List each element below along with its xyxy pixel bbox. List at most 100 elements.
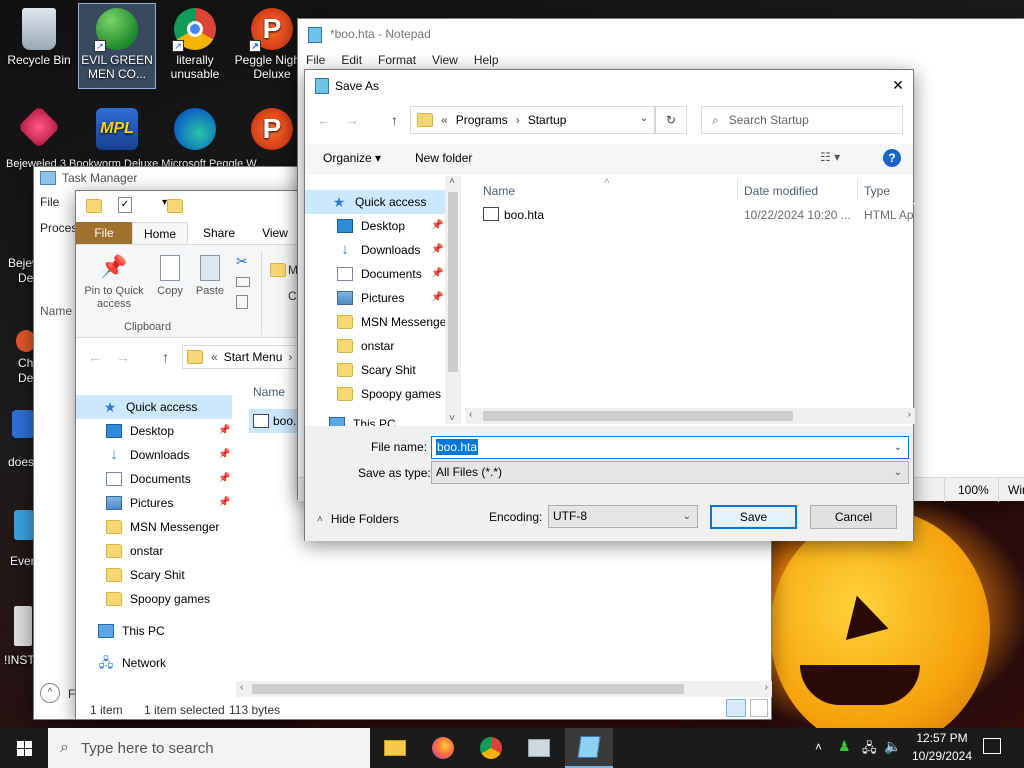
task-manager-titlebar[interactable]: Task Manager [34, 167, 302, 189]
volume-icon[interactable]: 🔈 [884, 738, 901, 755]
refresh-button[interactable]: ↻ [655, 106, 687, 134]
menu-help[interactable]: Help [474, 53, 499, 67]
nav-scary-shit[interactable]: Scary Shit [106, 563, 232, 587]
nav-this-pc[interactable]: This PC [329, 412, 445, 426]
column-type[interactable]: Type [864, 184, 890, 198]
app-icon[interactable] [14, 510, 34, 540]
breadcrumb-separator[interactable]: › [516, 113, 520, 127]
address-bar[interactable]: « Start Menu › [182, 345, 312, 369]
save-as-titlebar[interactable]: Save As ✕ [305, 70, 913, 102]
hide-folders-button[interactable]: ˄ Hide Folders [317, 512, 399, 526]
show-hidden-icons-icon[interactable]: ˄ [815, 740, 822, 754]
installer-icon[interactable] [14, 606, 32, 646]
address-bar[interactable]: « Programs › Startup ⌄ [410, 106, 655, 134]
nav-msn-messenger[interactable]: MSN Messenger [337, 310, 457, 334]
scrollbar-thumb[interactable] [252, 684, 684, 694]
pin-to-quick-access-button[interactable]: 📌 Pin to Quick access [82, 249, 146, 311]
msn-tray-icon[interactable]: ♟ [838, 738, 851, 755]
new-folder-button[interactable]: New folder [415, 151, 472, 165]
forward-button[interactable]: → [116, 349, 130, 365]
breadcrumb-overflow[interactable]: « [441, 113, 448, 127]
nav-msn-messenger[interactable]: MSN Messenger [106, 515, 232, 539]
menu-view[interactable]: View [432, 53, 458, 67]
scroll-down-icon[interactable]: ˅ [449, 413, 455, 424]
scroll-right-icon[interactable]: › [908, 409, 911, 420]
breadcrumb-separator[interactable]: › [288, 350, 292, 364]
taskbar-search-box[interactable]: ⌕ Type here to search [48, 728, 370, 768]
menu-edit[interactable]: Edit [341, 53, 362, 67]
nav-onstar[interactable]: onstar [106, 539, 232, 563]
save-button[interactable]: Save [710, 505, 797, 529]
network-icon[interactable]: 🖧 [862, 739, 877, 761]
help-icon[interactable]: ? [883, 149, 901, 167]
start-button[interactable] [0, 728, 48, 768]
file-row-selected[interactable]: boo. [249, 409, 299, 433]
up-button[interactable]: ↑ [391, 112, 398, 128]
scrollbar-thumb[interactable] [448, 192, 458, 372]
customize-toolbar-icon[interactable]: ▾ [162, 197, 167, 208]
chevron-down-icon[interactable]: ⌄ [894, 462, 902, 483]
breadcrumb-start-menu[interactable]: Start Menu [224, 350, 283, 364]
nav-scary-shit[interactable]: Scary Shit [337, 358, 445, 382]
move-to-icon[interactable] [270, 263, 286, 277]
properties-icon[interactable]: ✓ [118, 197, 132, 213]
file-name-input[interactable]: boo.hta ⌄ [431, 436, 909, 459]
nav-pictures[interactable]: Pictures [337, 286, 445, 310]
chevron-down-icon[interactable]: ⌄ [894, 437, 902, 458]
save-as-dialog[interactable]: Save As ✕ ← → ↑ « Programs › Startup ⌄ ↻… [304, 69, 915, 541]
ribbon-tab-share[interactable]: Share [194, 222, 244, 244]
taskbar-notepad[interactable] [565, 728, 613, 768]
nav-downloads[interactable]: ↓ Downloads [106, 443, 232, 467]
fewer-details-icon[interactable]: ^ [40, 683, 60, 703]
chevron-down-icon[interactable]: ⌄ [683, 506, 691, 527]
nav-documents[interactable]: Documents [337, 262, 445, 286]
breadcrumb-startup[interactable]: Startup [528, 113, 567, 127]
column-date-modified[interactable]: Date modified [744, 184, 818, 198]
desktop-icon-edge[interactable] [157, 104, 233, 164]
nav-pictures[interactable]: Pictures [106, 491, 232, 515]
back-button[interactable]: ← [317, 112, 331, 128]
column-name[interactable]: Name [253, 385, 285, 399]
back-button[interactable]: ← [88, 349, 102, 365]
copy-path-icon[interactable] [236, 277, 250, 287]
desktop-icon-mahjong[interactable]: MPL [79, 104, 155, 164]
nav-this-pc[interactable]: This PC [98, 619, 232, 643]
copy-button[interactable]: Copy [152, 249, 188, 297]
file-row[interactable]: boo.hta 10/22/2024 10:20 ... HTML Ap [477, 204, 915, 226]
save-type-select[interactable]: All Files (*.*) ⌄ [431, 461, 909, 484]
notification-icon[interactable] [983, 738, 1001, 754]
menu-format[interactable]: Format [378, 53, 416, 67]
nav-quick-access[interactable]: ★ Quick access [76, 395, 232, 419]
taskbar-msn-messenger[interactable] [515, 728, 563, 768]
ribbon-tab-home[interactable]: Home [132, 222, 188, 245]
breadcrumb-programs[interactable]: Programs [456, 113, 508, 127]
nav-documents[interactable]: Documents [106, 467, 232, 491]
scroll-left-icon[interactable]: ‹ [240, 682, 243, 693]
ribbon-tab-file[interactable]: File [76, 222, 132, 244]
nav-network[interactable]: 🖧 Network [98, 651, 232, 675]
desktop-icon-bejeweled[interactable] [1, 104, 77, 164]
taskbar-file-explorer[interactable] [371, 728, 419, 768]
organize-button[interactable]: Organize ▾ [323, 151, 381, 165]
nav-scrollbar[interactable]: ˄ ˅ [445, 176, 461, 424]
column-name[interactable]: Name [483, 184, 515, 198]
chevron-down-icon[interactable]: ⌄ [640, 113, 648, 124]
new-folder-icon[interactable] [167, 199, 184, 213]
nav-quick-access[interactable]: ★ Quick access [305, 190, 445, 214]
large-icons-view-icon[interactable] [750, 699, 768, 717]
scrollbar-thumb[interactable] [483, 411, 793, 421]
ribbon-tab-view[interactable]: View [250, 222, 300, 244]
paste-shortcut-icon[interactable] [236, 295, 248, 309]
app-icon[interactable] [12, 410, 34, 438]
nav-spoopy-games[interactable]: Spoopy games [106, 587, 232, 611]
desktop-icon-recycle-bin[interactable]: Recycle Bin [1, 4, 77, 67]
nav-desktop[interactable]: Desktop [106, 419, 232, 443]
cancel-button[interactable]: Cancel [810, 505, 897, 529]
close-icon[interactable]: ✕ [883, 70, 913, 100]
notepad-titlebar[interactable]: *boo.hta - Notepad [298, 19, 1024, 49]
horizontal-scrollbar[interactable]: ‹ › [236, 681, 772, 697]
scroll-left-icon[interactable]: ‹ [469, 409, 472, 420]
nav-desktop[interactable]: Desktop [337, 214, 445, 238]
details-view-icon[interactable] [726, 699, 746, 717]
taskbar-date[interactable]: 10/29/2024 [906, 749, 978, 763]
